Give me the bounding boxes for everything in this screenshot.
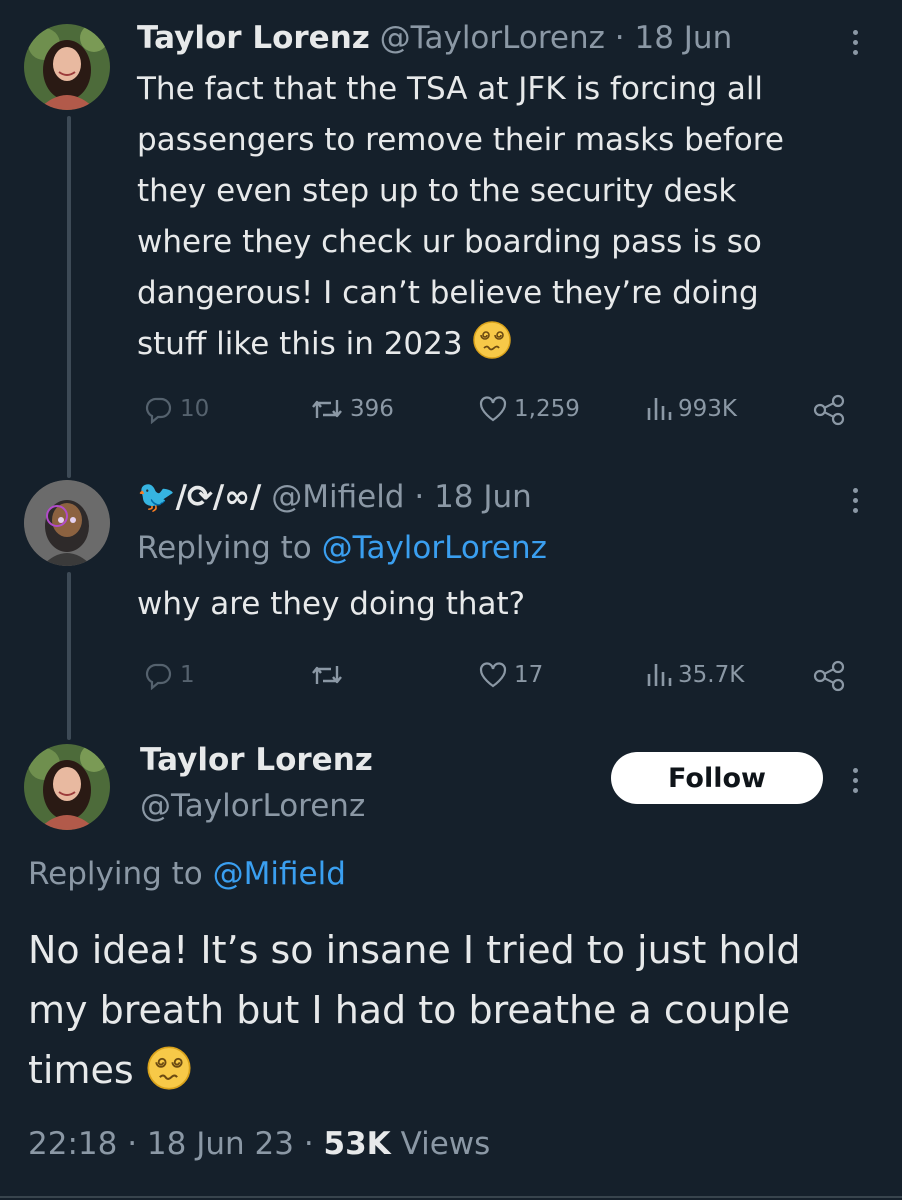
views-count: 993K	[678, 396, 737, 422]
replying-to-link[interactable]: @TaylorLorenz	[322, 530, 547, 566]
tweet3-text: No idea! It’s so insane I tried to just …	[28, 920, 888, 1100]
thread-line-1	[67, 116, 71, 478]
avatar-taylor-lorenz[interactable]	[24, 744, 110, 830]
tweet-text-line: stuff like this in 2023	[137, 326, 463, 362]
tweet-date[interactable]: 18 Jun	[634, 20, 732, 56]
replying-prefix: Replying to	[137, 530, 312, 566]
tweet-date[interactable]: 18 Jun 23	[147, 1126, 294, 1162]
reply-count: 10	[180, 396, 210, 422]
avatar-mifield[interactable]	[24, 480, 110, 566]
tweet-meta: 22:18 · 18 Jun 23 · 53K Views	[28, 1126, 490, 1162]
replying-to: Replying to @TaylorLorenz	[137, 530, 547, 566]
tweet-text-line: passengers to remove their masks before	[137, 122, 784, 158]
separator: ·	[414, 479, 425, 515]
tweet2-header: 🐦/⟳/∞/ @Mifield · 18 Jun	[137, 478, 532, 515]
tweet1-text: The fact that the TSA at JFK is forcing …	[137, 64, 877, 370]
analytics-icon	[647, 398, 672, 420]
author-name[interactable]: Taylor Lorenz	[140, 742, 373, 778]
views-label: Views	[400, 1126, 491, 1162]
follow-button[interactable]: Follow	[611, 752, 823, 804]
author-handle[interactable]: @TaylorLorenz	[380, 20, 605, 56]
author-name[interactable]: Taylor Lorenz	[137, 20, 370, 56]
tweet-text-line: times	[28, 1048, 134, 1092]
separator: ·	[303, 1126, 314, 1162]
repost-button[interactable]: 396	[310, 394, 394, 424]
tweet-text-line: The fact that the TSA at JFK is forcing …	[137, 71, 764, 107]
author-handle[interactable]: @TaylorLorenz	[140, 788, 365, 824]
author-name[interactable]: 🐦/⟳/∞/	[137, 479, 261, 515]
reply-icon	[145, 663, 172, 690]
views-button[interactable]: 993K	[646, 394, 737, 424]
tweet-time[interactable]: 22:18	[28, 1126, 117, 1162]
views-count: 53K	[323, 1126, 391, 1162]
views-count: 35.7K	[678, 662, 745, 688]
divider	[0, 1196, 902, 1198]
heart-icon	[479, 662, 507, 688]
tweet1-header: Taylor Lorenz @TaylorLorenz · 18 Jun	[137, 20, 732, 56]
repost-count: 396	[350, 396, 394, 422]
thread-line-2	[67, 572, 71, 740]
like-button[interactable]: 1,259	[478, 394, 580, 424]
separator: ·	[614, 20, 625, 56]
like-button[interactable]: 17	[478, 660, 543, 690]
share-icon	[813, 660, 845, 692]
reply-count: 1	[180, 662, 195, 688]
replying-to-link[interactable]: @Mifield	[213, 856, 346, 892]
dizzy-face-icon	[473, 321, 512, 359]
repost-icon	[312, 400, 342, 418]
tweet2-text: why are they doing that?	[137, 586, 526, 622]
tweet-text-line-last: stuff like this in 2023	[137, 319, 877, 370]
dizzy-face-icon	[147, 1046, 191, 1090]
reply-button[interactable]: 10	[144, 394, 209, 424]
separator: ·	[127, 1126, 138, 1162]
tweet-text-line: my breath but I had to breathe a couple	[28, 988, 791, 1032]
heart-icon	[479, 396, 507, 422]
reply-button[interactable]: 1	[144, 660, 195, 690]
tweet-text-line: they even step up to the security desk	[137, 173, 737, 209]
avatar-taylor-lorenz[interactable]	[24, 24, 110, 110]
tweet-text-line: dangerous! I can’t believe they’re doing	[137, 275, 759, 311]
like-count: 17	[514, 662, 544, 688]
more-options-icon[interactable]	[853, 30, 859, 60]
replying-prefix: Replying to	[28, 856, 203, 892]
repost-icon	[312, 666, 342, 684]
tweet-text-line: where they check ur boarding pass is so	[137, 224, 762, 260]
more-options-icon[interactable]	[853, 488, 859, 518]
tweet-date[interactable]: 18 Jun	[434, 479, 532, 515]
analytics-icon	[647, 664, 672, 686]
tweet-text-line: No idea! It’s so insane I tried to just …	[28, 928, 801, 972]
author-handle[interactable]: @Mifield	[271, 479, 404, 515]
share-icon	[813, 394, 845, 426]
views-button[interactable]: 35.7K	[646, 660, 744, 690]
more-options-icon[interactable]	[853, 768, 859, 798]
like-count: 1,259	[514, 396, 580, 422]
share-button[interactable]	[812, 660, 846, 692]
repost-button[interactable]	[310, 660, 350, 690]
reply-icon	[145, 397, 172, 424]
replying-to: Replying to @Mifield	[28, 856, 346, 892]
tweet-text-line-last: times	[28, 1040, 888, 1100]
share-button[interactable]	[812, 394, 846, 426]
